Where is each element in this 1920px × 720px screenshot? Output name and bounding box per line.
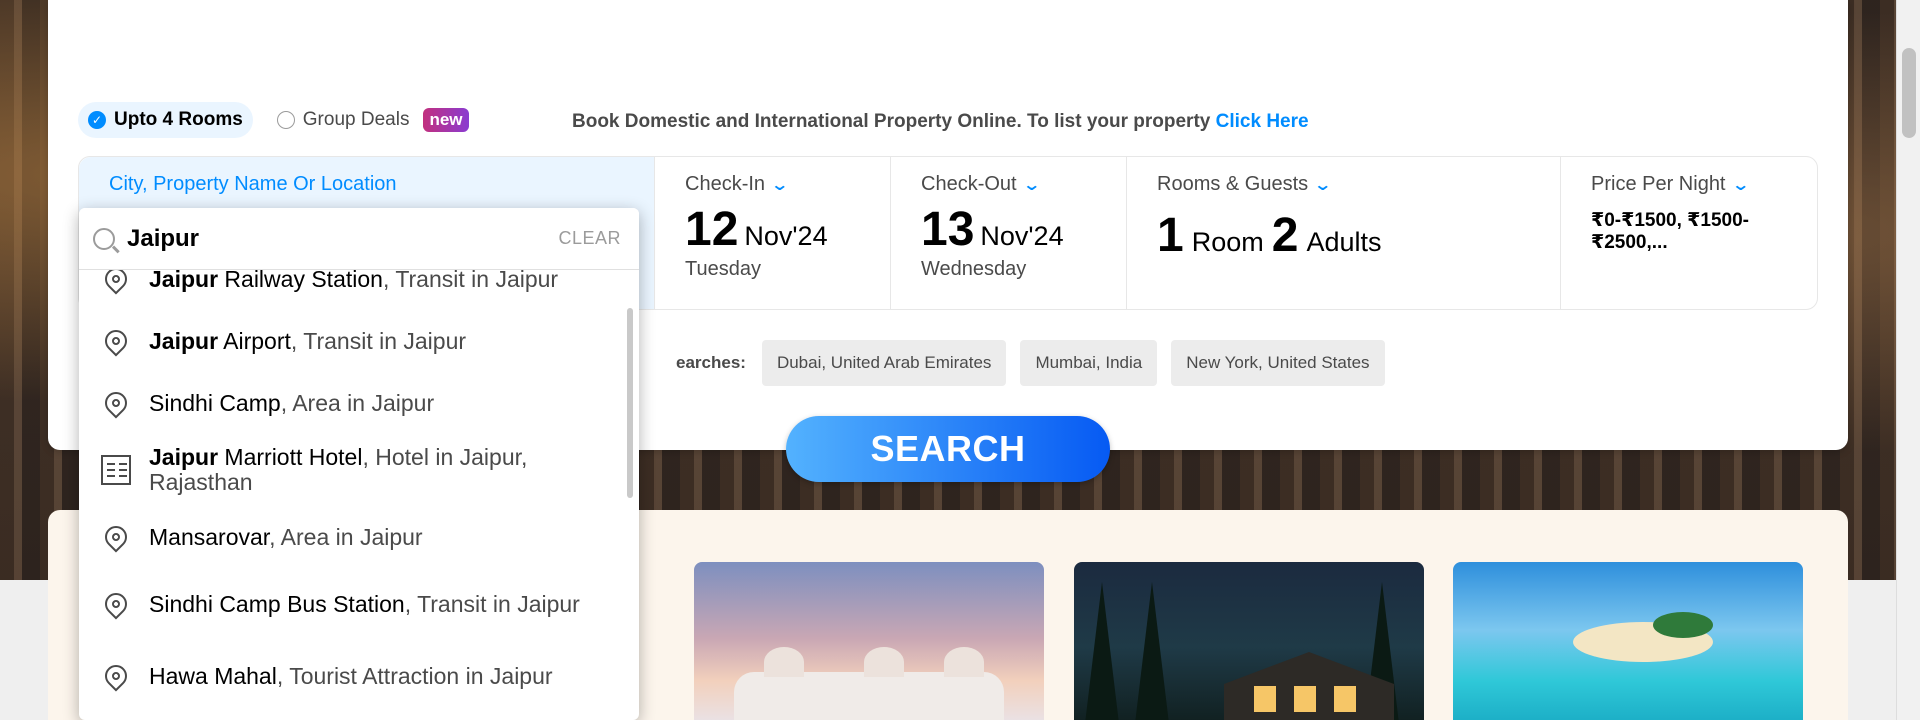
checkout-field[interactable]: Check-Out ⌄ 13 Nov'24 Wednesday [891, 157, 1127, 309]
recent-searches-label: earches: [676, 353, 746, 372]
checkin-label: Check-In [685, 173, 766, 195]
hotel-icon [101, 455, 131, 485]
chevron-down-icon: ⌄ [1313, 176, 1333, 194]
city-search-input[interactable]: Jaipur CLEAR [79, 208, 639, 270]
checkin-weekday: Tuesday [685, 258, 761, 280]
palace-dome [764, 647, 804, 677]
checkout-weekday: Wednesday [921, 258, 1027, 280]
radio-empty-icon [276, 111, 295, 129]
destination-image[interactable] [694, 562, 1044, 720]
checkout-month: Nov'24 [980, 221, 1064, 251]
suggestion-item[interactable]: Hawa Mahal, Tourist Attraction in Jaipur [79, 640, 639, 712]
suggestion-highlight: Jaipur [149, 327, 219, 354]
checkin-day: 12 [685, 203, 739, 256]
price-field[interactable]: Price Per Night ⌄ ₹0-₹1500, ₹1500-₹2500,.… [1561, 157, 1817, 309]
radio-checked-icon: ✓ [88, 111, 106, 129]
suggestion-name: Mansarovar [149, 523, 270, 550]
suggestion-highlight: Jaipur [149, 444, 219, 470]
suggestion-item[interactable]: Jaipur Airport, Transit in Jaipur [79, 310, 639, 372]
chevron-down-icon: ⌄ [770, 176, 790, 194]
suggestion-list: Jaipur Railway Station, Transit in Jaipu… [79, 248, 639, 712]
tree-shape [1084, 582, 1120, 720]
city-field-label: City, Property Name Or Location [109, 173, 397, 195]
price-label: Price Per Night [1591, 173, 1726, 195]
suggestion-name: Marriott Hotel [218, 444, 363, 470]
suggestion-desc: , Transit in Jaipur [290, 327, 467, 354]
cabin-window [1334, 686, 1356, 712]
tab-upto-4-rooms[interactable]: ✓ Upto 4 Rooms [78, 102, 253, 138]
price-value: ₹0-₹1500, ₹1500-₹2500,... [1591, 210, 1749, 253]
checkout-label: Check-Out [921, 173, 1017, 195]
rooms-count: 1 [1157, 209, 1184, 262]
suggestion-item[interactable]: Sindhi Camp Bus Station, Transit in Jaip… [79, 568, 639, 640]
suggestion-name: Hawa Mahal [149, 662, 277, 689]
search-icon [93, 227, 115, 250]
clear-button[interactable]: CLEAR [558, 228, 621, 249]
recent-chip[interactable]: Mumbai, India [1020, 340, 1158, 386]
list-property-link[interactable]: Click Here [1216, 111, 1309, 132]
cabin-window [1294, 686, 1316, 712]
city-autocomplete-dropdown: Jaipur CLEAR Jaipur Railway Station, Tra… [79, 208, 639, 720]
tree-shape [1134, 582, 1170, 720]
palace-shape [734, 672, 1004, 720]
location-pin-icon [100, 325, 132, 357]
adults-word: Adults [1306, 227, 1382, 257]
rooms-guests-field[interactable]: Rooms & Guests ⌄ 1 Room 2 Adults [1127, 157, 1561, 309]
suggestion-item[interactable]: Jaipur Marriott Hotel, Hotel in Jaipur, … [79, 434, 639, 506]
rooms-guests-label: Rooms & Guests [1157, 173, 1309, 195]
cabin-window [1254, 686, 1276, 712]
suggestion-item[interactable]: Sindhi Camp, Area in Jaipur [79, 372, 639, 434]
suggestion-name: Sindhi Camp [149, 389, 281, 416]
palace-dome [864, 647, 904, 677]
chevron-down-icon: ⌄ [1021, 176, 1041, 194]
tab-group-deals[interactable]: Group Deals [276, 109, 410, 131]
location-pin-icon [100, 387, 132, 419]
recent-searches: earches: Dubai, United Arab Emirates Mum… [676, 340, 1385, 386]
palace-dome [944, 647, 984, 677]
booking-type-tabs: ✓ Upto 4 Rooms Group Deals new [78, 102, 469, 138]
location-pin-icon [100, 521, 132, 553]
search-button[interactable]: SEARCH [786, 416, 1110, 482]
suggestion-desc: , Area in Jaipur [280, 389, 435, 416]
destination-image[interactable] [1453, 562, 1803, 720]
page-scrollbar[interactable] [1896, 0, 1920, 720]
adults-count: 2 [1271, 209, 1299, 262]
suggestion-item[interactable]: Mansarovar, Area in Jaipur [79, 506, 639, 568]
suggestion-name: Sindhi Camp Bus Station [149, 590, 405, 617]
new-badge: new [423, 108, 469, 132]
suggestion-name: Airport [218, 327, 291, 354]
promo-text-body: Book Domestic and International Property… [572, 111, 1216, 132]
destination-image[interactable] [1074, 562, 1424, 720]
suggestion-desc: , Tourist Attraction in Jaipur [276, 662, 553, 689]
suggestion-desc: , Transit in Jaipur [404, 590, 580, 617]
promo-text: Book Domestic and International Property… [572, 111, 1309, 133]
suggestion-desc: , Area in Jaipur [269, 523, 423, 550]
tab-group-deals-label: Group Deals [302, 109, 410, 130]
chevron-down-icon: ⌄ [1730, 176, 1750, 194]
checkin-field[interactable]: Check-In ⌄ 12 Nov'24 Tuesday [655, 157, 891, 309]
recent-chip[interactable]: Dubai, United Arab Emirates [761, 340, 1007, 386]
palms-shape [1653, 612, 1713, 638]
tab-upto-4-rooms-label: Upto 4 Rooms [114, 109, 243, 130]
dropdown-scrollbar[interactable] [627, 308, 633, 498]
rooms-word: Room [1191, 227, 1264, 257]
recent-chip[interactable]: New York, United States [1171, 340, 1385, 386]
city-search-value: Jaipur [127, 224, 200, 252]
page-scrollbar-thumb[interactable] [1902, 48, 1916, 138]
checkin-month: Nov'24 [744, 221, 828, 251]
checkout-day: 13 [921, 203, 975, 256]
location-pin-icon [100, 660, 132, 692]
location-pin-icon [100, 588, 132, 620]
